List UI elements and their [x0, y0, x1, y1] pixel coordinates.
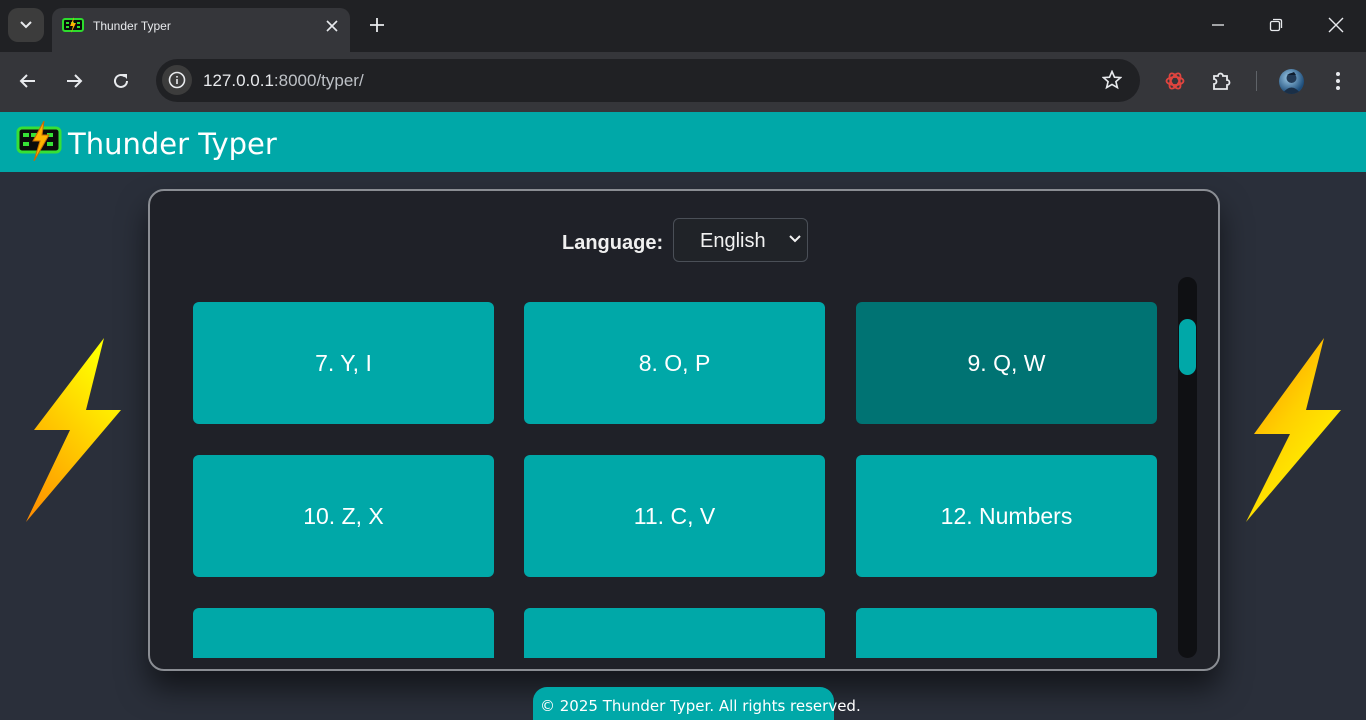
bookmark-button[interactable]: [1101, 69, 1123, 95]
browser-tab[interactable]: Thunder Typer: [52, 8, 350, 52]
chevron-down-icon: [789, 235, 801, 243]
tab-close-button[interactable]: [322, 16, 342, 36]
language-select[interactable]: English: [673, 218, 808, 262]
address-bar[interactable]: 127.0.0.1:8000/typer/: [156, 59, 1140, 102]
arrow-right-icon: [67, 74, 83, 88]
lesson-grid: 7. Y, I 8. O, P 9. Q, W 10. Z, X 11. C, …: [193, 302, 1161, 658]
profile-avatar[interactable]: [1279, 69, 1304, 94]
lightning-bolt-right-icon: [1246, 338, 1341, 522]
arrow-left-icon: [19, 74, 35, 88]
url-text[interactable]: 127.0.0.1:8000/typer/: [203, 71, 364, 91]
lesson-button[interactable]: [524, 608, 825, 658]
app-title: Thunder Typer: [68, 127, 277, 161]
lesson-button[interactable]: [193, 608, 494, 658]
url-path: :8000/typer/: [273, 71, 364, 90]
close-icon: [1328, 17, 1344, 33]
tab-search-button[interactable]: [8, 8, 44, 42]
minimize-button[interactable]: [1203, 10, 1233, 40]
plus-icon: [370, 18, 384, 32]
footer-copyright: © 2025 Thunder Typer. All rights reserve…: [540, 697, 861, 715]
restore-button[interactable]: [1261, 10, 1291, 40]
keyboard-bolt-logo: [16, 121, 62, 161]
back-button[interactable]: [13, 66, 43, 96]
new-tab-button[interactable]: [366, 14, 388, 36]
openai-icon: [1165, 72, 1185, 90]
minimize-icon: [1212, 24, 1224, 26]
more-vertical-icon: [1336, 72, 1340, 90]
lesson-button[interactable]: [856, 608, 1157, 658]
scrollbar-thumb[interactable]: [1179, 319, 1196, 375]
lesson-button[interactable]: 10. Z, X: [193, 455, 494, 577]
lightning-bolt-left-icon: [26, 338, 121, 522]
close-window-button[interactable]: [1321, 10, 1351, 40]
close-icon: [326, 20, 338, 32]
reload-icon: [114, 73, 128, 88]
lesson-button[interactable]: 12. Numbers: [856, 455, 1157, 577]
lesson-button-active[interactable]: 9. Q, W: [856, 302, 1157, 424]
lesson-button[interactable]: 8. O, P: [524, 302, 825, 424]
lesson-scrollbar[interactable]: [1178, 277, 1197, 658]
avatar-image: [1282, 72, 1301, 94]
star-icon: [1101, 69, 1123, 90]
restore-icon: [1269, 18, 1283, 32]
info-icon: [168, 71, 186, 89]
language-label: Language:: [562, 232, 664, 254]
forward-button[interactable]: [59, 66, 89, 96]
lesson-button[interactable]: 7. Y, I: [193, 302, 494, 424]
url-host: 127.0.0.1: [203, 71, 274, 90]
extensions-button[interactable]: [1207, 67, 1235, 95]
language-selected-value: English: [700, 230, 766, 252]
openai-extension-button[interactable]: [1161, 67, 1189, 95]
lesson-button[interactable]: 11. C, V: [524, 455, 825, 577]
keyboard-bolt-icon: [62, 17, 84, 33]
lesson-panel: Language: English 7. Y, I 8. O, P 9. Q, …: [148, 189, 1220, 671]
chevron-down-icon: [20, 21, 32, 29]
reload-button[interactable]: [106, 66, 136, 96]
browser-toolbar: 127.0.0.1:8000/typer/: [0, 52, 1366, 112]
puzzle-icon: [1213, 72, 1231, 90]
browser-menu-button[interactable]: [1324, 67, 1352, 95]
app-header: Thunder Typer: [0, 112, 1366, 172]
language-row: Language: English: [150, 218, 1218, 262]
browser-tabstrip: Thunder Typer: [0, 0, 1366, 52]
toolbar-divider: [1256, 71, 1257, 91]
tab-title: Thunder Typer: [93, 19, 171, 33]
site-info-button[interactable]: [162, 65, 192, 95]
